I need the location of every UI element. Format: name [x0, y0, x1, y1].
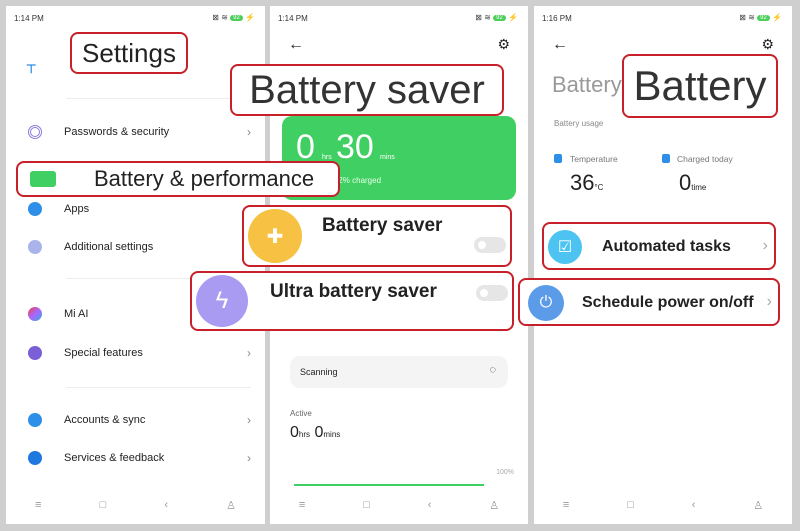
nav-bar: ≡ □ ‹ ♙	[270, 499, 528, 512]
mi-ai-icon	[28, 307, 42, 321]
person-icon	[28, 413, 42, 427]
schedule-power-label: Schedule power on/off	[582, 294, 754, 311]
automated-tasks-row[interactable]: ☑ Automated tasks ›	[542, 222, 776, 270]
chart-max-label: 100%	[496, 469, 514, 476]
back-icon[interactable]: ‹	[164, 499, 168, 512]
status-time: 1:14 PM	[278, 14, 308, 23]
mins-value: 30	[336, 128, 374, 166]
ultra-saver-toggle[interactable]	[476, 285, 508, 301]
thermometer-icon	[554, 154, 562, 163]
battery-saver-icon: ✚	[248, 209, 302, 263]
status-icons: ⊠ ≋ 92 ⚡	[739, 13, 782, 22]
power-icon: ⏻	[528, 285, 564, 321]
home-icon[interactable]: □	[627, 499, 634, 512]
battery-saver-toggle[interactable]	[474, 237, 506, 253]
settings-item-passwords[interactable]: Passwords & security ›	[28, 122, 251, 142]
hours-unit: hrs	[322, 154, 332, 161]
back-arrow-icon[interactable]: ←	[552, 36, 568, 54]
item-label: Special features	[64, 347, 143, 359]
home-icon[interactable]: □	[363, 499, 370, 512]
chevron-right-icon: ›	[766, 293, 772, 310]
settings-item-apps[interactable]: Apps	[28, 199, 251, 219]
active-label: Active	[290, 409, 312, 418]
chevron-right-icon: ›	[762, 237, 768, 254]
item-label: Mi AI	[64, 308, 89, 320]
settings-title-callout: Settings	[70, 32, 188, 74]
scanning-row: Scanning ◌	[290, 356, 508, 388]
more-icon	[28, 240, 42, 254]
page-title-small: Battery	[552, 72, 622, 97]
status-icons: ⊠ ≋ 92 ⚡	[212, 13, 255, 22]
status-time: 1:14 PM	[14, 14, 44, 23]
nav-bar: ≡ □ ‹ ♙	[6, 499, 265, 512]
chevron-right-icon: ›	[247, 346, 251, 360]
back-icon[interactable]: ‹	[428, 499, 432, 512]
scanning-label: Scanning	[300, 367, 338, 377]
charged-today-label: Charged today	[677, 154, 733, 164]
automated-tasks-label: Automated tasks	[602, 238, 731, 255]
settings-item-special[interactable]: Special features ›	[28, 343, 251, 363]
item-label: Passwords & security	[64, 126, 170, 138]
nav-bar: ≡ □ ‹ ♙	[534, 499, 792, 512]
settings-screen: 1:14 PM ⊠ ≋ 92 ⚡ ⊤ Passwords & security ›…	[6, 6, 265, 524]
battery-saver-label: Battery saver	[322, 215, 443, 236]
spinner-icon: ◌	[489, 364, 496, 376]
battery-title-callout: Battery	[622, 54, 778, 118]
lightning-icon: ϟ	[196, 275, 248, 327]
back-arrow-icon[interactable]: ←	[288, 36, 304, 54]
item-label: Services & feedback	[64, 452, 165, 464]
gear-icon	[28, 202, 42, 216]
settings-gear-icon[interactable]: ⚙	[497, 36, 510, 53]
back-icon[interactable]: ‹	[692, 499, 696, 512]
fingerprint-icon	[28, 125, 42, 139]
schedule-power-row[interactable]: ⏻ Schedule power on/off ›	[518, 278, 780, 326]
menu-icon[interactable]: ≡	[563, 499, 569, 512]
chevron-right-icon: ›	[247, 413, 251, 427]
battery-icon	[30, 171, 56, 187]
help-icon	[28, 451, 42, 465]
battery-performance-callout[interactable]: Battery & performance	[16, 161, 340, 197]
item-label: Accounts & sync	[64, 414, 146, 426]
menu-icon[interactable]: ≡	[35, 499, 41, 512]
ultra-battery-saver-row[interactable]: ϟ Ultra battery saver	[190, 271, 514, 331]
battery-saver-title-callout: Battery saver	[230, 64, 504, 116]
settings-item-accounts[interactable]: Accounts & sync ›	[28, 410, 251, 430]
battery-usage-label: Battery usage	[554, 119, 604, 128]
item-label: Additional settings	[64, 241, 154, 253]
usage-chart-line	[294, 484, 484, 486]
home-icon[interactable]: □	[100, 499, 107, 512]
ultra-saver-label: Ultra battery saver	[270, 281, 437, 302]
temperature-value: 36°C	[570, 170, 604, 195]
temperature-label: Temperature	[570, 154, 618, 164]
menu-icon[interactable]: ≡	[299, 499, 305, 512]
accessibility-icon[interactable]: ♙	[489, 499, 499, 512]
settings-item-additional[interactable]: Additional settings	[28, 237, 251, 257]
accessibility-icon[interactable]: ♙	[753, 499, 763, 512]
accessibility-icon[interactable]: ♙	[226, 499, 236, 512]
status-icons: ⊠ ≋ 92 ⚡	[475, 13, 518, 22]
settings-gear-icon[interactable]: ⚙	[761, 36, 774, 53]
status-time: 1:16 PM	[542, 14, 572, 23]
search-icon[interactable]: ⊤	[26, 62, 36, 76]
battery-saver-row[interactable]: ✚ Battery saver	[242, 205, 512, 267]
clipboard-icon: ☑	[548, 230, 582, 264]
special-features-icon	[28, 346, 42, 360]
item-label: Apps	[64, 203, 90, 215]
settings-item-services[interactable]: Services & feedback ›	[28, 448, 251, 468]
mins-unit: mins	[380, 154, 395, 161]
charged-today-value: 0time	[679, 170, 707, 195]
charge-icon	[662, 154, 670, 163]
chevron-right-icon: ›	[247, 125, 251, 139]
active-time: 0hrs 0mins	[290, 424, 341, 441]
chevron-right-icon: ›	[247, 451, 251, 465]
